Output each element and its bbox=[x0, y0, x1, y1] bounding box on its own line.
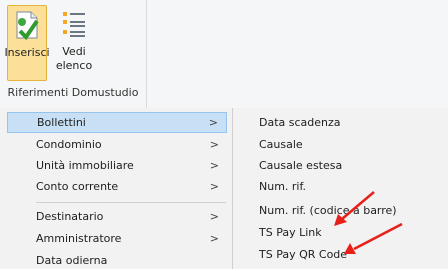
submenu-item-ts-pay-qr-code[interactable]: TS Pay QR Code bbox=[259, 244, 347, 265]
menu-item-label: Amministratore bbox=[36, 232, 122, 245]
insert-document-icon bbox=[16, 11, 39, 41]
submenu-arrow-icon: > bbox=[209, 232, 219, 245]
menu-item-label: Bollettini bbox=[37, 116, 86, 129]
submenu-arrow-icon: > bbox=[208, 116, 218, 129]
submenu-arrow-icon: > bbox=[209, 210, 219, 223]
submenu-item-ts-pay-link[interactable]: TS Pay Link bbox=[259, 222, 322, 243]
menu-item-label: Condominio bbox=[36, 138, 102, 151]
menu-item-data-odierna[interactable]: Data odierna bbox=[7, 250, 227, 271]
list-icon bbox=[63, 12, 85, 37]
submenu-item-data-scadenza[interactable]: Data scadenza bbox=[259, 112, 341, 133]
menu-item-bollettini[interactable]: Bollettini > bbox=[7, 112, 227, 133]
vedi-elenco-label: Vedi elenco bbox=[56, 45, 92, 73]
menu-item-destinatario[interactable]: Destinatario > bbox=[7, 206, 227, 227]
menu-item-conto-corrente[interactable]: Conto corrente > bbox=[7, 176, 227, 197]
menu-separator bbox=[36, 202, 226, 203]
menu-item-label: Conto corrente bbox=[36, 180, 119, 193]
ribbon: Inserisci Vedi elenco Riferimenti Domust… bbox=[0, 0, 448, 109]
menu-item-label: Data odierna bbox=[36, 254, 108, 267]
menu-item-condominio[interactable]: Condominio > bbox=[7, 134, 227, 155]
group-label: Riferimenti Domustudio bbox=[7, 86, 139, 99]
submenu-arrow-icon: > bbox=[209, 180, 219, 193]
menu-item-unita-immobiliare[interactable]: Unità immobiliare > bbox=[7, 155, 227, 176]
submenu-item-causale[interactable]: Causale bbox=[259, 134, 303, 155]
vedi-label-line1: Vedi bbox=[62, 45, 86, 58]
menu-item-label: Destinatario bbox=[36, 210, 104, 223]
submenu-bollettini: Data scadenza Causale Causale estesa Num… bbox=[233, 108, 448, 269]
submenu-item-num-rif[interactable]: Num. rif. bbox=[259, 176, 306, 197]
inserisci-button[interactable]: Inserisci bbox=[4, 5, 50, 81]
submenu-item-num-rif-barcode[interactable]: Num. rif. (codice a barre) bbox=[259, 200, 397, 221]
menu-item-label: Unità immobiliare bbox=[36, 159, 134, 172]
submenu-arrow-icon: > bbox=[209, 159, 219, 172]
menu-item-amministratore[interactable]: Amministratore > bbox=[7, 228, 227, 249]
vedi-elenco-button[interactable]: Vedi elenco bbox=[52, 5, 96, 81]
submenu-item-causale-estesa[interactable]: Causale estesa bbox=[259, 155, 342, 176]
vedi-label-line2: elenco bbox=[55, 59, 93, 72]
inserisci-label: Inserisci bbox=[4, 46, 50, 59]
ribbon-group-riferimenti: Inserisci Vedi elenco Riferimenti Domust… bbox=[0, 0, 147, 108]
context-menu: Bollettini > Condominio > Unità immobili… bbox=[0, 108, 233, 269]
submenu-arrow-icon: > bbox=[209, 138, 219, 151]
